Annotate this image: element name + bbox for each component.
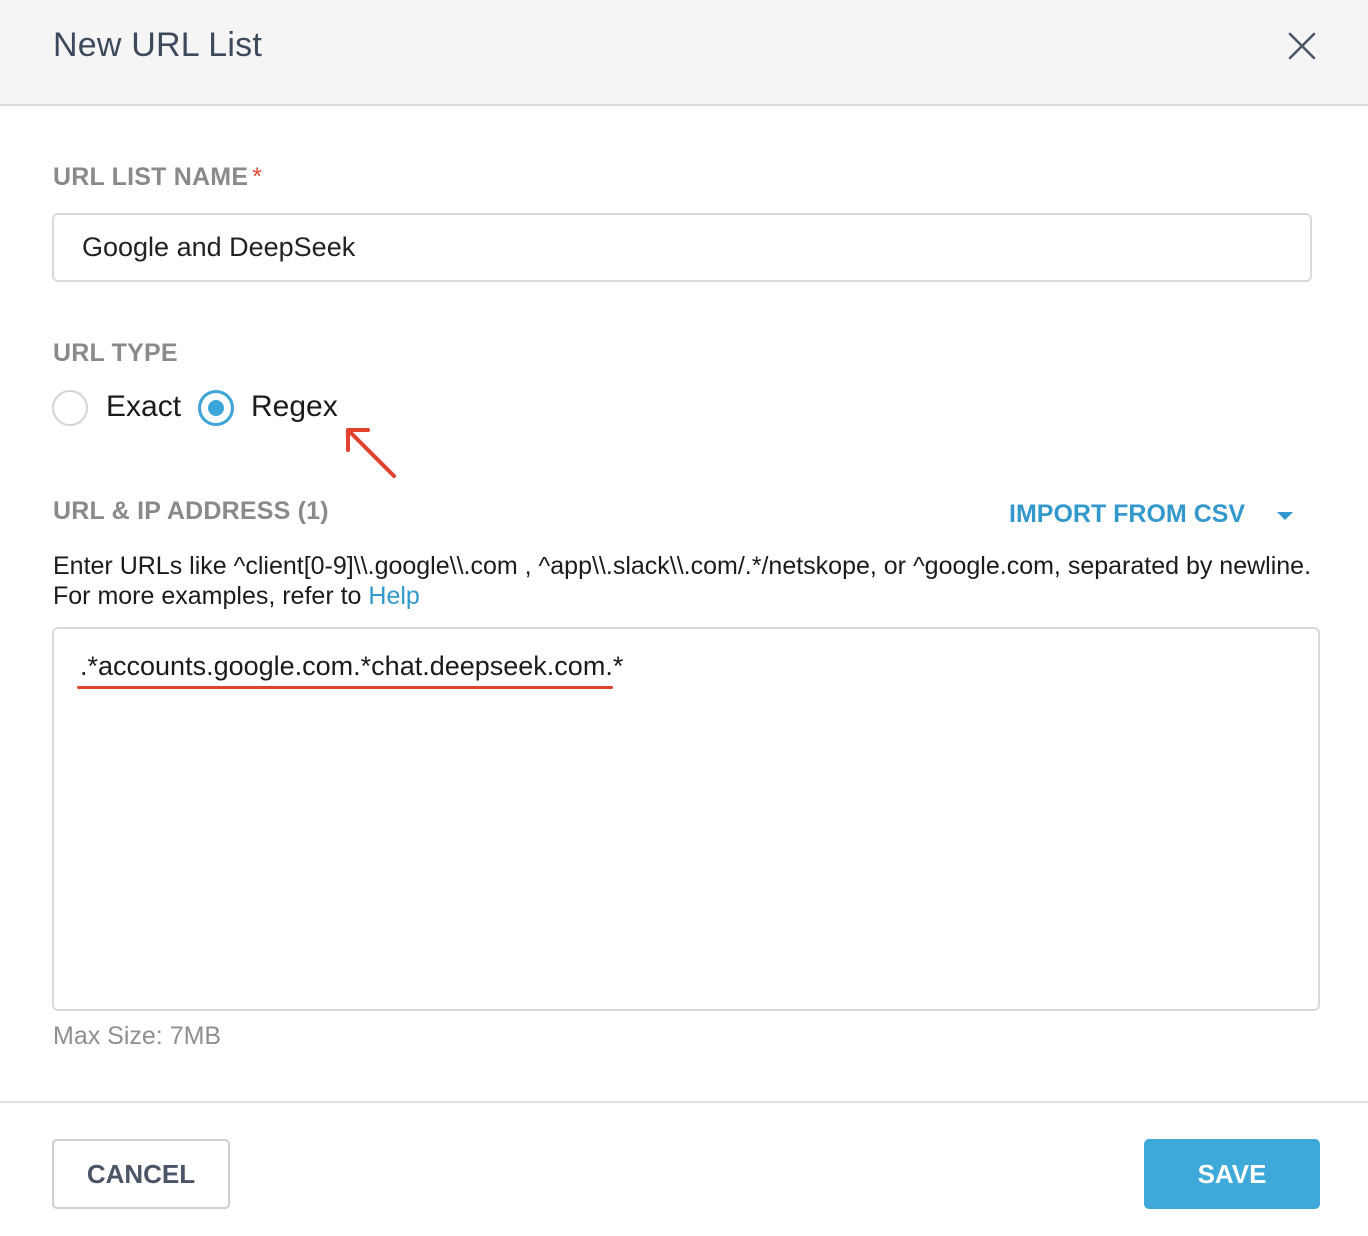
radio-exact[interactable]: [52, 390, 88, 426]
url-help-description: Enter URLs like ^client[0-9]\\.google\\.…: [53, 552, 1312, 610]
radio-regex-label[interactable]: Regex: [251, 390, 338, 424]
url-type-label: URL TYPE: [53, 339, 178, 367]
dialog-title: New URL List: [53, 26, 262, 64]
save-button[interactable]: SAVE: [1144, 1139, 1320, 1209]
url-list-textarea[interactable]: .*accounts.google.com.*chat.deepseek.com…: [52, 627, 1320, 1011]
url-list-name-input[interactable]: [52, 213, 1312, 282]
help-link[interactable]: Help: [368, 582, 419, 610]
url-list-name-label: URL LIST NAME *: [53, 163, 262, 192]
dialog-header: New URL List: [0, 0, 1368, 106]
radio-regex[interactable]: [198, 390, 234, 426]
radio-exact-label[interactable]: Exact: [106, 390, 181, 424]
annotation-arrow-icon: [346, 428, 396, 478]
footer-divider: [0, 1101, 1368, 1103]
required-marker: *: [252, 163, 263, 191]
close-icon[interactable]: [1284, 28, 1320, 64]
annotation-underline: [77, 686, 613, 689]
cancel-button[interactable]: CANCEL: [52, 1139, 230, 1209]
chevron-down-icon[interactable]: [1277, 512, 1293, 520]
url-help-text: Enter URLs like ^client[0-9]\\.google\\.…: [53, 551, 1323, 611]
url-list-name-label-text: URL LIST NAME: [53, 163, 249, 191]
import-from-csv-button[interactable]: IMPORT FROM CSV: [1009, 500, 1245, 529]
url-ip-address-label: URL & IP ADDRESS (1): [53, 497, 329, 525]
max-size-note: Max Size: 7MB: [53, 1022, 222, 1050]
